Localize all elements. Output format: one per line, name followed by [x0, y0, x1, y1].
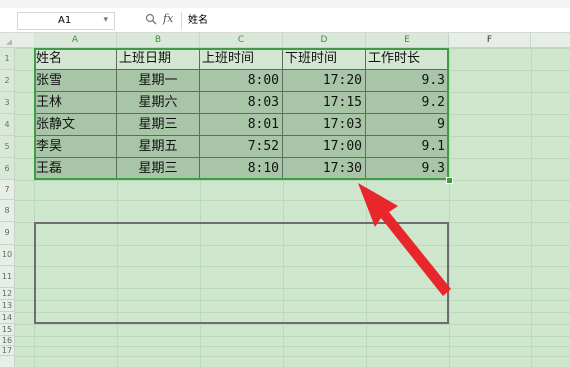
arrow-shape — [358, 183, 451, 296]
red-arrow-annotation — [358, 183, 451, 296]
